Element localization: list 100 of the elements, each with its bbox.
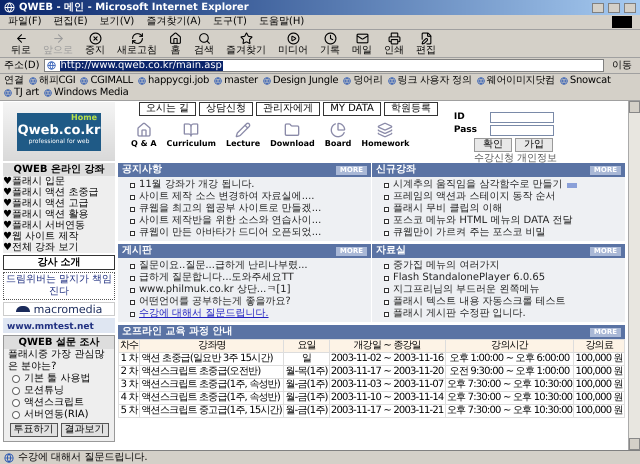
post-title[interactable]: 큐웹을 최고의 웹공부 사이트로 만들겠... [139, 204, 322, 214]
link-item[interactable]: 웨어이미지닷컴 [476, 75, 555, 87]
link-item[interactable]: Design Jungle [262, 75, 338, 87]
post-title[interactable]: Flash StandalonePlayer 6.0.65 [393, 273, 546, 283]
toolbar-button[interactable]: 편집 [413, 32, 439, 56]
account-link[interactable]: 수강신청 [474, 154, 514, 164]
menu-item[interactable]: 즐겨찾기(A) [146, 17, 201, 27]
post-title[interactable]: 프레임의 액션과 스테이지 동작 순서 [393, 192, 556, 202]
toolbar-button[interactable]: 새로고침 [114, 32, 160, 56]
radio-button[interactable] [12, 387, 20, 395]
post-title[interactable]: www.philmuk.co.kr 상단...ㅋ[1] [139, 285, 290, 295]
post-title[interactable]: 포스코 메뉴와 HTML 메뉴의 DATA 전달 [393, 216, 572, 226]
link-item[interactable]: 해피CGI [29, 75, 76, 87]
table-cell: 액션스크립트 초중급(1주, 속성반) [140, 392, 284, 404]
post-title[interactable]: 11월 강좌가 개강 됩니다. [139, 180, 254, 190]
post-title[interactable]: 질문이요..질문...급하게 난리나부렸... [139, 261, 308, 271]
toolbar-button[interactable]: 기록 [317, 32, 343, 56]
link-item[interactable]: CGIMALL [80, 75, 133, 87]
course-link[interactable]: ♥웹 사이트 제작 [3, 231, 115, 242]
link-item[interactable]: Windows Media [44, 87, 129, 99]
post-title[interactable]: 플래시 무비 클립의 이해 [393, 204, 503, 214]
nav-link[interactable]: Curriculum [166, 122, 216, 148]
section-title: 공지사항 [122, 165, 162, 175]
top-menu-button[interactable]: 학원등록 [384, 102, 438, 116]
course-link[interactable]: ♥플래시 액션 활용 [3, 209, 115, 220]
course-link[interactable]: ♥플래시 액션 고급 [3, 198, 115, 209]
scrollbar[interactable] [628, 101, 640, 450]
survey-button[interactable]: 결과보기 [60, 423, 108, 437]
mmtest-banner[interactable]: www.mmtest.net [3, 318, 115, 333]
post-title[interactable]: 플래시 텍스트 내용 자동스크롤 테스트 [393, 297, 566, 307]
section-title: 게시판 [122, 246, 152, 256]
survey-button[interactable]: 투표하기 [10, 423, 58, 437]
top-menu-button[interactable]: MY DATA [323, 102, 381, 116]
toolbar-button[interactable]: 뒤로 [8, 32, 34, 56]
radio-button[interactable] [12, 375, 20, 383]
top-menu-button[interactable]: 상담신청 [199, 102, 254, 116]
post-title[interactable]: 큐웹이 만든 아바타가 드디어 오픈되었... [139, 228, 322, 238]
login-button[interactable]: 가입 [514, 138, 553, 152]
post-title[interactable]: 사이트 제작반을 위한 소스와 연습사이... [139, 216, 322, 226]
link-item[interactable]: TJ art [4, 87, 39, 99]
post-title[interactable]: 중가집 메뉴의 여러가지 [393, 261, 500, 271]
toolbar-button[interactable]: 미디어 [275, 32, 311, 56]
radio-button[interactable] [12, 411, 20, 419]
toolbar-button[interactable]: 홈 [166, 32, 185, 56]
course-link[interactable]: ♥플래시 액션 초중급 [3, 187, 115, 198]
course-link[interactable]: ♥플래시 서버연동 [3, 220, 115, 231]
nav-link[interactable]: Q & A [131, 122, 157, 148]
bullet-icon [130, 218, 135, 224]
close-button[interactable] [624, 2, 636, 12]
globe-icon [80, 77, 88, 85]
link-item[interactable]: happycgi.job [138, 75, 210, 87]
menu-item[interactable]: 파일(F) [8, 17, 42, 27]
top-menu-button[interactable]: 관리자에게 [256, 102, 320, 116]
post-title[interactable]: 큐웹만이 가르켜 주는 포스코 비밀 [393, 228, 546, 238]
link-item[interactable]: 링크 사용자 정의 [388, 75, 472, 87]
toolbar-button[interactable]: 메일 [349, 32, 375, 56]
menu-item[interactable]: 편집(E) [54, 17, 88, 27]
login-button[interactable]: 확인 [474, 138, 512, 152]
toolbar-button[interactable]: 즐겨찾기 [223, 32, 269, 56]
post-title[interactable]: 플래시 게시판 수정판 입니다. [393, 309, 526, 319]
password-field[interactable] [490, 125, 554, 136]
minimize-button[interactable] [592, 2, 604, 12]
top-menu-button[interactable]: 오시는 길 [139, 102, 196, 116]
clock-icon [324, 32, 336, 44]
section-title: 오프라인 교육 과정 안내 [122, 327, 232, 337]
id-field[interactable] [490, 112, 554, 123]
post-title[interactable]: 급하게 질문합니다...도와주세요TT [139, 273, 294, 283]
instructor-button[interactable]: 강사 소개 [3, 255, 115, 270]
toolbar-button[interactable]: 중지 [82, 32, 108, 56]
nav-link[interactable]: Download [270, 122, 315, 148]
post-title[interactable]: 시계추의 움직임을 삼각함수로 만들기 [393, 180, 563, 190]
toolbar-button[interactable]: 검색 [191, 32, 217, 56]
link-item[interactable]: 덩어리 [343, 75, 382, 87]
post-title[interactable]: 어떤언어를 공부하는게 좋을까요? [139, 297, 291, 307]
address-field[interactable]: http://www.qweb.co.kr/main.asp [44, 59, 604, 72]
bullet-icon [384, 288, 389, 292]
macromedia-banner[interactable]: macromedia [3, 302, 115, 316]
nav-link[interactable]: Board [324, 122, 352, 148]
post-title[interactable]: 지그프리님의 부드러운 왼쪽메뉴 [393, 285, 540, 295]
maximize-button[interactable] [608, 2, 620, 12]
course-link[interactable]: ♥플래시 입문 [3, 176, 115, 187]
link-item[interactable]: master [214, 75, 258, 87]
menu-item[interactable]: 도구(T) [213, 17, 247, 27]
link-item[interactable]: Snowcat [560, 75, 611, 87]
toolbar-button[interactable]: 인쇄 [381, 32, 407, 56]
nav-link[interactable]: Homework [361, 122, 410, 148]
go-button[interactable]: 이동 [608, 60, 636, 70]
radio-button[interactable] [12, 399, 20, 407]
wave-logo-icon [16, 306, 30, 312]
account-link[interactable]: 개인정보 [516, 154, 557, 164]
banner[interactable]: 드림위버는 말지가 책임진다 [3, 272, 115, 300]
mail-icon [356, 32, 368, 44]
course-link[interactable]: ♥전체 강좌 보기 [3, 242, 115, 253]
post-title[interactable]: 사이트 제작 소스 변경하여 자료실에.... [139, 192, 314, 202]
post-link[interactable]: 수강에 대해서 질문드립니다. [139, 309, 269, 319]
nav-link[interactable]: Lecture [226, 122, 260, 148]
globe-icon [343, 77, 352, 85]
menu-item[interactable]: 도움말(H) [258, 17, 304, 27]
folder-icon [284, 122, 300, 138]
menu-item[interactable]: 보기(V) [100, 17, 134, 27]
